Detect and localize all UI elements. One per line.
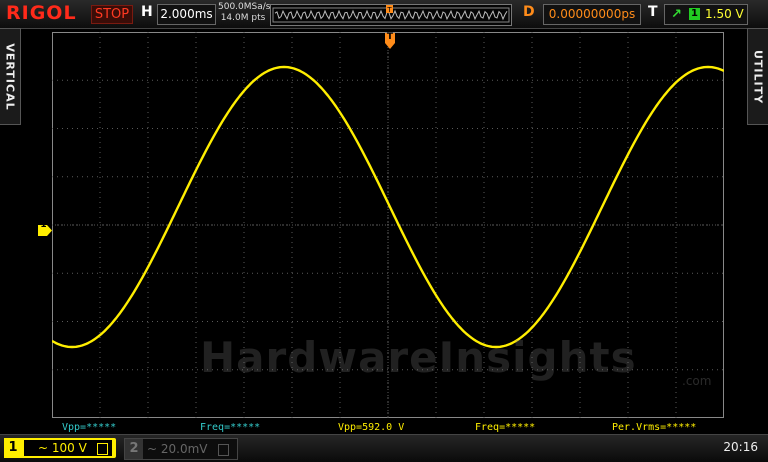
sample-rate: 500.0MSa/s <box>218 2 271 12</box>
trigger-position-icon: T <box>386 5 393 14</box>
channel2-button[interactable]: 2 ~ 20.0mV <box>124 438 238 460</box>
utility-tab-label: UTILITY <box>751 49 765 104</box>
watermark-suffix: .com <box>682 374 712 388</box>
measurement-item: Vpp=***** <box>62 422 117 433</box>
rising-edge-icon: ↗ <box>671 7 682 22</box>
memory-overview[interactable]: T <box>270 4 512 26</box>
timebase-readout[interactable]: 2.000ms <box>157 4 216 25</box>
brand-logo: RIGOL <box>6 2 77 24</box>
channel1-offset-marker[interactable]: 1 <box>38 220 52 236</box>
trigger-position-marker[interactable]: T <box>385 32 395 49</box>
vertical-menu-tab[interactable]: VERTICAL <box>0 28 21 125</box>
status-bar: RIGOL STOP H 2.000ms 500.0MSa/s 14.0M pt… <box>0 0 768 29</box>
clock: 20:16 <box>723 440 758 454</box>
measurement-item: Freq=***** <box>475 422 536 433</box>
channel1-scale-box: ~ 100 V <box>24 440 112 456</box>
channel1-button[interactable]: 1 ~ 100 V <box>4 438 116 458</box>
channel1-scale: ~ 100 V <box>38 441 87 455</box>
channel2-number: 2 <box>125 439 143 459</box>
trigger-source-icon: 1 <box>689 8 700 20</box>
run-stop-indicator[interactable]: STOP <box>91 5 133 24</box>
memory-depth: 14.0M pts <box>220 13 266 23</box>
channel1-number: 1 <box>4 438 22 458</box>
bandwidth-limit-icon <box>218 444 229 456</box>
trigger-level: 1.50 V <box>705 7 744 21</box>
channel-bar: 1 ~ 100 V 2 ~ 20.0mV 20:16 <box>0 434 768 462</box>
acquisition-info: 500.0MSa/s 14.0M pts <box>218 2 271 24</box>
measurement-item: Per.Vrms=***** <box>612 422 697 433</box>
channel2-scale-box: ~ 20.0mV <box>147 441 233 457</box>
delay-label: D <box>523 4 535 20</box>
watermark: HardwareInsights <box>200 333 637 382</box>
delay-readout[interactable]: 0.00000000ps <box>543 4 641 25</box>
horizontal-label: H <box>141 4 153 20</box>
svg-text:T: T <box>386 6 392 14</box>
bandwidth-limit-icon <box>97 443 108 455</box>
trigger-label: T <box>648 4 658 20</box>
channel2-scale: ~ 20.0mV <box>147 442 208 456</box>
measurement-item: Vpp=592.0 V <box>338 422 405 433</box>
measurement-item: Freq=***** <box>200 422 261 433</box>
utility-menu-tab[interactable]: UTILITY <box>747 28 768 125</box>
memory-waveform-overview: T <box>272 5 510 23</box>
vertical-tab-label: VERTICAL <box>3 42 17 111</box>
trigger-readout[interactable]: ↗ 1 1.50 V <box>664 4 748 25</box>
